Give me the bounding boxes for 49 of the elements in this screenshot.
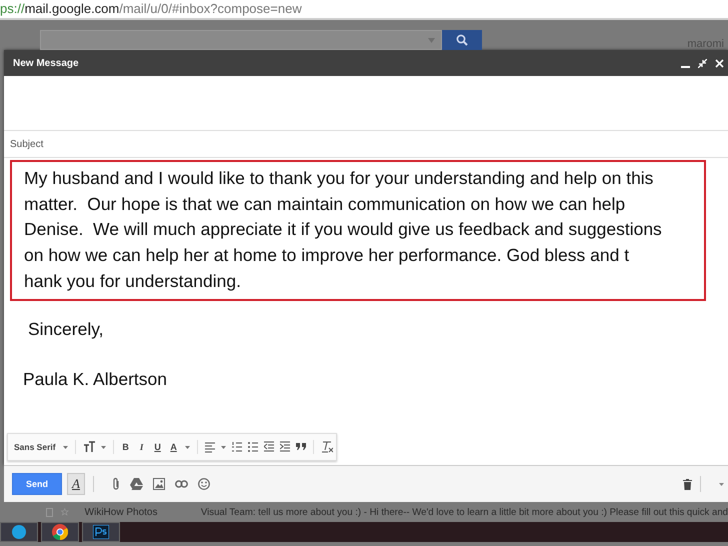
text-size-icon[interactable] (82, 441, 95, 453)
bulleted-list-icon[interactable] (248, 441, 258, 453)
link-icon[interactable] (175, 480, 188, 488)
indent-less-icon[interactable] (264, 441, 274, 453)
drive-triangle-icon[interactable] (130, 478, 143, 490)
send-button[interactable]: Send (12, 473, 62, 495)
bold-button[interactable]: B (120, 442, 132, 452)
collapse-arrows-icon[interactable] (698, 58, 707, 68)
quote-icon[interactable] (296, 441, 306, 453)
body-text-line: on how we can help her at home to improve her performance. God bless and t (24, 244, 630, 268)
search-field[interactable] (40, 30, 442, 50)
caret-icon[interactable] (220, 446, 226, 448)
paperclip-icon[interactable] (112, 477, 120, 491)
caret-icon[interactable] (184, 446, 190, 448)
body-text-line: matter. Our hope is that we can maintain communication on how we can help (24, 192, 626, 216)
chrome-icon (52, 524, 68, 540)
taskbar-app-icon[interactable] (82, 522, 120, 542)
clear-formatting-icon[interactable] (320, 441, 333, 453)
checkbox[interactable] (46, 508, 54, 516)
photoshop-icon (93, 525, 109, 539)
closing-text: Sincerely, (28, 318, 104, 340)
search-button[interactable] (442, 30, 482, 50)
font-dropdown[interactable]: Sans Serif (14, 442, 56, 452)
underline-button[interactable]: U (152, 442, 164, 452)
body-text-line: My husband and I would like to thank you for your understanding and help on this (24, 167, 654, 190)
window-title: New Message (13, 58, 80, 68)
numbered-list-icon[interactable] (232, 441, 242, 453)
trash-icon[interactable] (683, 478, 692, 490)
text-color-button[interactable]: A (168, 442, 180, 452)
search-icon (456, 34, 468, 46)
indent-more-icon[interactable] (280, 441, 290, 453)
caret-icon[interactable] (100, 446, 106, 448)
caret-icon[interactable] (62, 446, 68, 448)
close-icon[interactable] (715, 58, 724, 68)
star-icon[interactable] (61, 507, 69, 517)
taskbar-app-icon[interactable] (41, 522, 79, 542)
email-preview: Visual Team: tell us more about you :) - Hi there-- We'd love to learn a little bit more about you :) Please fill out this quick and (200, 506, 728, 518)
photo-icon[interactable] (153, 478, 165, 490)
body-text-line: Denise. We will much appreciate it if you would give us feedback and suggestions (24, 218, 662, 242)
caret-icon[interactable] (719, 482, 724, 486)
italic-button[interactable]: I (136, 442, 148, 452)
emoji-icon[interactable] (198, 478, 210, 490)
align-icon[interactable] (204, 441, 215, 453)
formatting-toggle-button[interactable]: A (67, 473, 85, 495)
body-text-line: hank you for understanding. (24, 270, 241, 293)
signature-text: Paula K. Albertson (23, 368, 167, 390)
taskbar-app-icon[interactable] (0, 522, 38, 542)
caret-icon (428, 38, 435, 42)
sender-name: WikiHow Photos (84, 506, 158, 518)
